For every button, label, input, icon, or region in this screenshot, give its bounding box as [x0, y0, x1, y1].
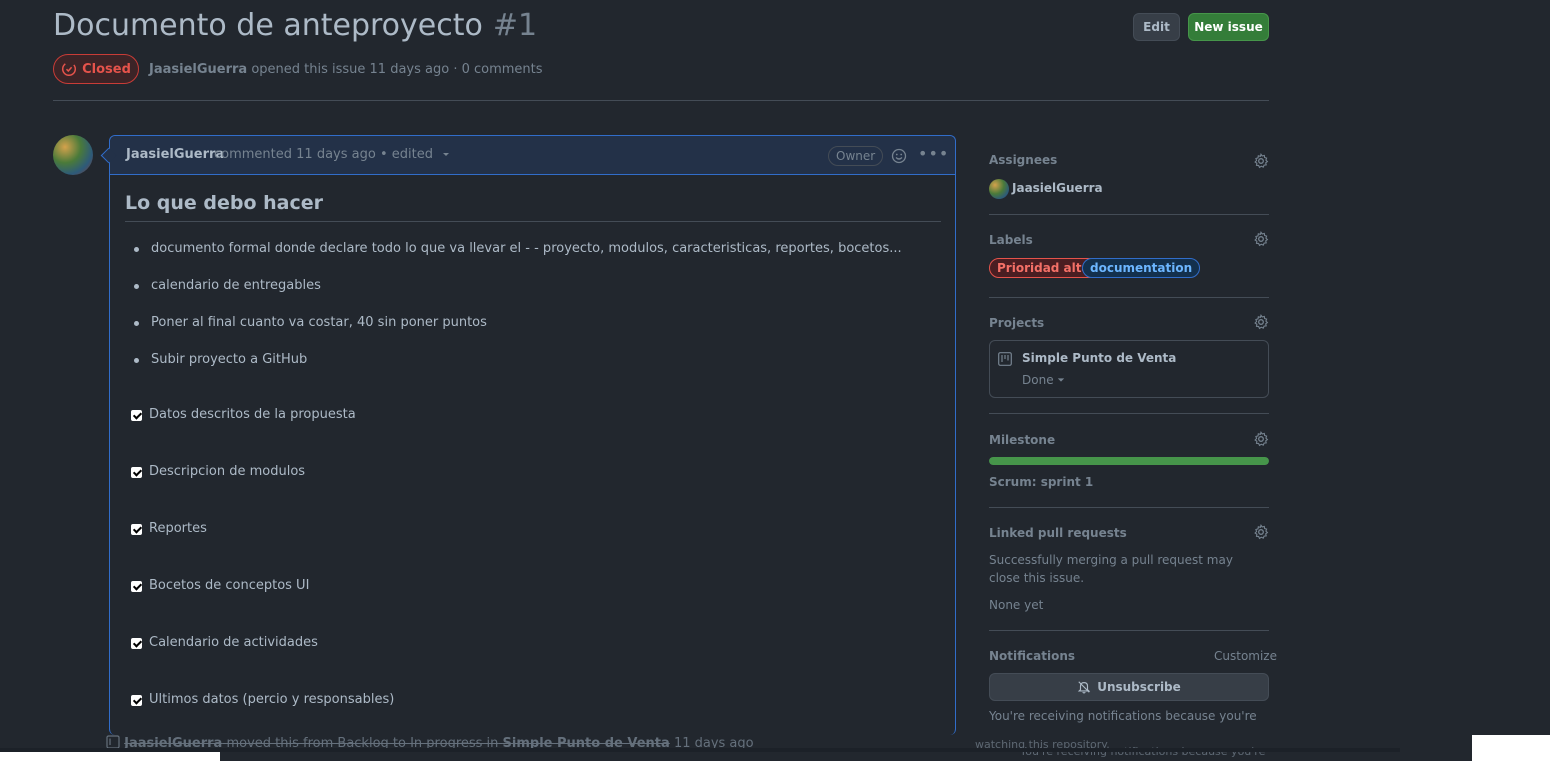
issue-closed-icon	[62, 61, 77, 77]
project-board-icon	[998, 352, 1012, 366]
chevron-down-icon	[1058, 378, 1065, 382]
task-item: Datos descritos de la propuesta	[131, 407, 394, 464]
project-status: Done	[1022, 373, 1054, 387]
linked-pr-heading: Linked pull requests	[989, 526, 1127, 540]
task-item: Bocetos de conceptos UI	[131, 578, 394, 635]
project-status-dropdown[interactable]: Done	[1022, 373, 1065, 387]
sidebar-divider	[989, 630, 1269, 631]
task-label: Reportes	[149, 521, 207, 536]
project-icon	[106, 735, 120, 749]
linked-pr-description: Successfully merging a pull request may …	[989, 553, 1233, 585]
edit-button[interactable]: Edit	[1133, 13, 1180, 41]
project-card[interactable]	[989, 340, 1269, 398]
gear-icon[interactable]	[1253, 231, 1269, 247]
task-label: Calendario de actividades	[149, 635, 318, 650]
assignee-name[interactable]: JaasielGuerra	[1012, 181, 1103, 195]
issue-meta: JaasielGuerra opened this issue 11 days …	[149, 62, 543, 77]
state-label: Closed	[82, 61, 131, 77]
task-item: Calendario de actividades	[131, 635, 394, 692]
status-bar	[0, 752, 220, 761]
label-documentation[interactable]: documentation	[1082, 258, 1201, 278]
sidebar-divider	[989, 413, 1269, 414]
list-item: Subir proyecto a GitHub	[131, 352, 902, 389]
task-label: Descripcion de modulos	[149, 464, 306, 479]
overlay-artifact	[1472, 735, 1550, 761]
sidebar-divider	[989, 297, 1269, 298]
unsubscribe-label: Unsubscribe	[1097, 680, 1181, 694]
header-divider	[53, 100, 1269, 101]
new-issue-button[interactable]: New issue	[1188, 13, 1269, 41]
add-reaction-icon[interactable]	[891, 148, 907, 164]
heading-divider	[125, 221, 941, 222]
more-options-icon[interactable]: •••	[918, 144, 949, 163]
task-checkbox[interactable]	[131, 524, 142, 535]
sidebar-divider	[989, 507, 1269, 508]
unsubscribe-button[interactable]: Unsubscribe	[989, 673, 1269, 701]
issue-number: #1	[492, 8, 538, 43]
task-checkbox[interactable]	[131, 410, 142, 421]
comment-heading: Lo que debo hacer	[125, 192, 324, 214]
task-checkbox[interactable]	[131, 638, 142, 649]
labels-heading: Labels	[989, 233, 1033, 247]
projects-heading: Projects	[989, 316, 1045, 330]
bell-slash-icon	[1078, 681, 1091, 694]
comment-meta-text: commented 11 days ago • edited	[214, 147, 433, 162]
avatar[interactable]	[53, 135, 93, 175]
sidebar-divider	[989, 214, 1269, 215]
task-label: Bocetos de conceptos UI	[149, 578, 310, 593]
gear-icon[interactable]	[1253, 431, 1269, 447]
task-item: Descripcion de modulos	[131, 464, 394, 521]
list-item: documento formal donde declare todo lo q…	[131, 241, 902, 278]
task-list: Datos descritos de la propuesta Descripc…	[131, 407, 394, 749]
gear-icon[interactable]	[1253, 524, 1269, 540]
task-checkbox[interactable]	[131, 467, 142, 478]
issue-opened-text: opened this issue 11 days ago · 0 commen…	[251, 62, 543, 77]
task-label: Ultimos datos (percio y responsables)	[149, 692, 395, 707]
milestone-heading: Milestone	[989, 433, 1056, 447]
state-badge: Closed	[53, 54, 139, 84]
issue-author-link[interactable]: JaasielGuerra	[149, 62, 247, 77]
milestone-progress-fill	[989, 457, 1269, 465]
list-item: Poner al final cuanto va costar, 40 sin …	[131, 315, 902, 352]
task-item: Reportes	[131, 521, 394, 578]
list-item: calendario de entregables	[131, 278, 902, 315]
task-checkbox[interactable]	[131, 581, 142, 592]
milestone-progress-bar	[989, 457, 1269, 465]
owner-badge: Owner	[828, 146, 884, 166]
comment-author-link[interactable]: JaasielGuerra	[126, 147, 224, 162]
assignees-heading: Assignees	[989, 153, 1058, 167]
task-label: Datos descritos de la propuesta	[149, 407, 356, 422]
gear-icon[interactable]	[1253, 314, 1269, 330]
project-name[interactable]: Simple Punto de Venta	[1022, 351, 1176, 365]
issue-title: Documento de anteproyecto #1	[53, 8, 537, 43]
linked-pr-none: None yet	[989, 598, 1044, 612]
notifications-reason: You're receiving notifications because y…	[989, 709, 1257, 723]
gear-icon[interactable]	[1253, 153, 1269, 169]
assignee-avatar[interactable]	[989, 179, 1009, 199]
issue-title-text: Documento de anteproyecto	[53, 8, 483, 43]
milestone-name[interactable]: Scrum: sprint 1	[989, 475, 1093, 489]
notifications-heading: Notifications	[989, 649, 1076, 663]
customize-link[interactable]: Customize	[1214, 649, 1277, 663]
task-checkbox[interactable]	[131, 695, 142, 706]
chevron-down-icon	[443, 153, 450, 156]
bullet-list: documento formal donde declare todo lo q…	[131, 241, 902, 389]
comment-meta[interactable]: commented 11 days ago • edited	[214, 147, 451, 162]
